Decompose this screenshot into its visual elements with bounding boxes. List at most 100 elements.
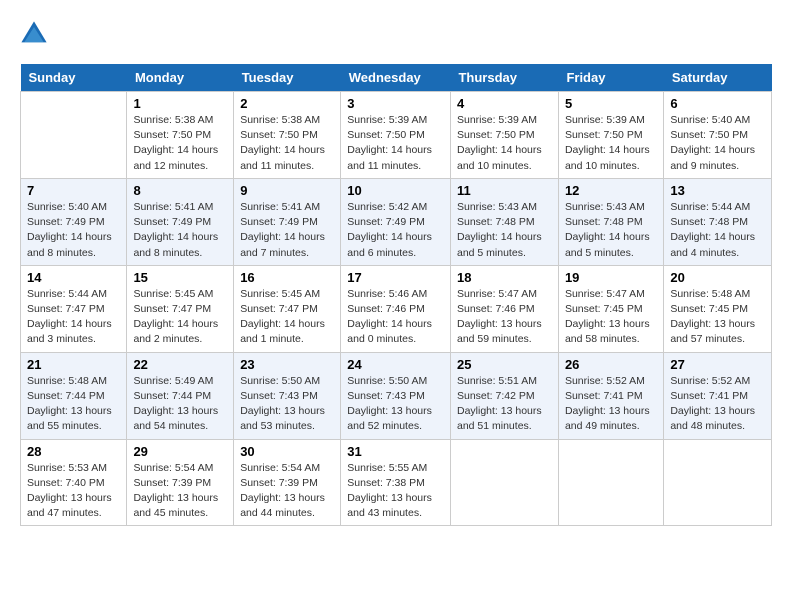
- calendar-cell: 25Sunrise: 5:51 AMSunset: 7:42 PMDayligh…: [450, 352, 558, 439]
- day-info: Sunrise: 5:40 AMSunset: 7:50 PMDaylight:…: [670, 113, 765, 174]
- day-number: 20: [670, 270, 765, 285]
- day-info: Sunrise: 5:45 AMSunset: 7:47 PMDaylight:…: [133, 287, 227, 348]
- day-number: 4: [457, 96, 552, 111]
- calendar-cell: 28 Sunrise: 5:53 AMSunset: 7:40 PMDayligh…: [21, 439, 127, 526]
- calendar-cell: 2 Sunrise: 5:38 AMSunset: 7:50 PMDaylight…: [234, 92, 341, 179]
- calendar-week-row: 28 Sunrise: 5:53 AMSunset: 7:40 PMDayligh…: [21, 439, 772, 526]
- day-number: 8: [133, 183, 227, 198]
- day-number: 27: [670, 357, 765, 372]
- day-info: Sunrise: 5:41 AMSunset: 7:49 PMDaylight:…: [240, 200, 334, 261]
- calendar-week-row: 14 Sunrise: 5:44 AMSunset: 7:47 PMDayligh…: [21, 265, 772, 352]
- day-number: 18: [457, 270, 552, 285]
- calendar-cell: 21Sunrise: 5:48 AMSunset: 7:44 PMDayligh…: [21, 352, 127, 439]
- calendar-table: SundayMondayTuesdayWednesdayThursdayFrid…: [20, 64, 772, 526]
- calendar-cell: 1 Sunrise: 5:38 AMSunset: 7:50 PMDaylight…: [127, 92, 234, 179]
- weekday-header-friday: Friday: [558, 64, 663, 92]
- calendar-cell: 4 Sunrise: 5:39 AMSunset: 7:50 PMDaylight…: [450, 92, 558, 179]
- day-number: 3: [347, 96, 444, 111]
- calendar-cell: 27 Sunrise: 5:52 AMSunset: 7:41 PMDayligh…: [664, 352, 772, 439]
- day-info: Sunrise: 5:39 AMSunset: 7:50 PMDaylight:…: [565, 113, 657, 174]
- day-number: 26: [565, 357, 657, 372]
- logo-icon: [20, 20, 48, 48]
- day-number: 2: [240, 96, 334, 111]
- calendar-cell: 30Sunrise: 5:54 AMSunset: 7:39 PMDayligh…: [234, 439, 341, 526]
- calendar-cell: [21, 92, 127, 179]
- day-info: Sunrise: 5:52 AMSunset: 7:41 PMDaylight:…: [565, 374, 657, 435]
- calendar-week-row: 1 Sunrise: 5:38 AMSunset: 7:50 PMDaylight…: [21, 92, 772, 179]
- calendar-cell: 3Sunrise: 5:39 AMSunset: 7:50 PMDaylight…: [341, 92, 451, 179]
- calendar-cell: 18 Sunrise: 5:47 AMSunset: 7:46 PMDayligh…: [450, 265, 558, 352]
- weekday-header-row: SundayMondayTuesdayWednesdayThursdayFrid…: [21, 64, 772, 92]
- calendar-cell: 16Sunrise: 5:45 AMSunset: 7:47 PMDayligh…: [234, 265, 341, 352]
- calendar-cell: 22 Sunrise: 5:49 AMSunset: 7:44 PMDayligh…: [127, 352, 234, 439]
- day-info: Sunrise: 5:47 AMSunset: 7:46 PMDaylight:…: [457, 287, 552, 348]
- day-info: Sunrise: 5:45 AMSunset: 7:47 PMDaylight:…: [240, 287, 334, 348]
- day-number: 6: [670, 96, 765, 111]
- calendar-cell: 31 Sunrise: 5:55 AMSunset: 7:38 PMDayligh…: [341, 439, 451, 526]
- day-number: 31: [347, 444, 444, 459]
- day-number: 9: [240, 183, 334, 198]
- calendar-cell: 10Sunrise: 5:42 AMSunset: 7:49 PMDayligh…: [341, 178, 451, 265]
- day-number: 23: [240, 357, 334, 372]
- day-number: 5: [565, 96, 657, 111]
- day-number: 13: [670, 183, 765, 198]
- day-number: 28: [27, 444, 120, 459]
- day-number: 14: [27, 270, 120, 285]
- day-info: Sunrise: 5:43 AMSunset: 7:48 PMDaylight:…: [565, 200, 657, 261]
- calendar-cell: 8Sunrise: 5:41 AMSunset: 7:49 PMDaylight…: [127, 178, 234, 265]
- calendar-cell: 24Sunrise: 5:50 AMSunset: 7:43 PMDayligh…: [341, 352, 451, 439]
- day-number: 7: [27, 183, 120, 198]
- calendar-cell: 6 Sunrise: 5:40 AMSunset: 7:50 PMDaylight…: [664, 92, 772, 179]
- day-info: Sunrise: 5:52 AMSunset: 7:41 PMDaylight:…: [670, 374, 765, 435]
- day-info: Sunrise: 5:40 AMSunset: 7:49 PMDaylight:…: [27, 200, 120, 261]
- weekday-header-monday: Monday: [127, 64, 234, 92]
- day-info: Sunrise: 5:47 AMSunset: 7:45 PMDaylight:…: [565, 287, 657, 348]
- day-info: Sunrise: 5:43 AMSunset: 7:48 PMDaylight:…: [457, 200, 552, 261]
- day-number: 12: [565, 183, 657, 198]
- day-info: Sunrise: 5:51 AMSunset: 7:42 PMDaylight:…: [457, 374, 552, 435]
- day-info: Sunrise: 5:54 AMSunset: 7:39 PMDaylight:…: [133, 461, 227, 522]
- weekday-header-sunday: Sunday: [21, 64, 127, 92]
- day-number: 19: [565, 270, 657, 285]
- calendar-cell: 15Sunrise: 5:45 AMSunset: 7:47 PMDayligh…: [127, 265, 234, 352]
- weekday-header-saturday: Saturday: [664, 64, 772, 92]
- calendar-cell: 7 Sunrise: 5:40 AMSunset: 7:49 PMDaylight…: [21, 178, 127, 265]
- calendar-cell: 20 Sunrise: 5:48 AMSunset: 7:45 PMDayligh…: [664, 265, 772, 352]
- day-number: 21: [27, 357, 120, 372]
- day-number: 29: [133, 444, 227, 459]
- calendar-cell: 23 Sunrise: 5:50 AMSunset: 7:43 PMDayligh…: [234, 352, 341, 439]
- day-info: Sunrise: 5:38 AMSunset: 7:50 PMDaylight:…: [240, 113, 334, 174]
- day-info: Sunrise: 5:50 AMSunset: 7:43 PMDaylight:…: [347, 374, 444, 435]
- logo: [20, 20, 52, 48]
- day-number: 11: [457, 183, 552, 198]
- calendar-cell: 5 Sunrise: 5:39 AMSunset: 7:50 PMDaylight…: [558, 92, 663, 179]
- calendar-cell: 17 Sunrise: 5:46 AMSunset: 7:46 PMDayligh…: [341, 265, 451, 352]
- calendar-cell: 9 Sunrise: 5:41 AMSunset: 7:49 PMDaylight…: [234, 178, 341, 265]
- day-info: Sunrise: 5:46 AMSunset: 7:46 PMDaylight:…: [347, 287, 444, 348]
- day-info: Sunrise: 5:53 AMSunset: 7:40 PMDaylight:…: [27, 461, 120, 522]
- day-number: 1: [133, 96, 227, 111]
- day-info: Sunrise: 5:48 AMSunset: 7:45 PMDaylight:…: [670, 287, 765, 348]
- day-number: 17: [347, 270, 444, 285]
- day-number: 22: [133, 357, 227, 372]
- day-number: 10: [347, 183, 444, 198]
- calendar-cell: 13Sunrise: 5:44 AMSunset: 7:48 PMDayligh…: [664, 178, 772, 265]
- day-info: Sunrise: 5:44 AMSunset: 7:47 PMDaylight:…: [27, 287, 120, 348]
- day-info: Sunrise: 5:38 AMSunset: 7:50 PMDaylight:…: [133, 113, 227, 174]
- weekday-header-thursday: Thursday: [450, 64, 558, 92]
- day-info: Sunrise: 5:50 AMSunset: 7:43 PMDaylight:…: [240, 374, 334, 435]
- weekday-header-tuesday: Tuesday: [234, 64, 341, 92]
- calendar-cell: 14 Sunrise: 5:44 AMSunset: 7:47 PMDayligh…: [21, 265, 127, 352]
- day-number: 30: [240, 444, 334, 459]
- calendar-cell: 19 Sunrise: 5:47 AMSunset: 7:45 PMDayligh…: [558, 265, 663, 352]
- page-header: [20, 20, 772, 48]
- day-info: Sunrise: 5:49 AMSunset: 7:44 PMDaylight:…: [133, 374, 227, 435]
- day-info: Sunrise: 5:39 AMSunset: 7:50 PMDaylight:…: [457, 113, 552, 174]
- calendar-week-row: 21Sunrise: 5:48 AMSunset: 7:44 PMDayligh…: [21, 352, 772, 439]
- calendar-cell: [664, 439, 772, 526]
- calendar-cell: [450, 439, 558, 526]
- calendar-week-row: 7 Sunrise: 5:40 AMSunset: 7:49 PMDaylight…: [21, 178, 772, 265]
- day-info: Sunrise: 5:55 AMSunset: 7:38 PMDaylight:…: [347, 461, 444, 522]
- calendar-cell: [558, 439, 663, 526]
- calendar-cell: 29 Sunrise: 5:54 AMSunset: 7:39 PMDayligh…: [127, 439, 234, 526]
